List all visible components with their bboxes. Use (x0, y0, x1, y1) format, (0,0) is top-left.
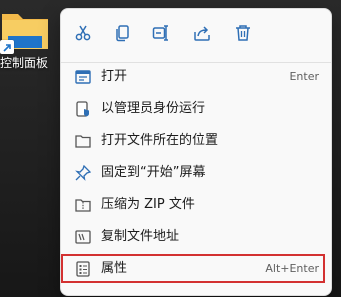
copy-button[interactable] (111, 21, 135, 45)
rename-button[interactable] (149, 21, 173, 45)
menu-item-label: 复制文件地址 (101, 229, 180, 244)
desktop-icon-label: 控制面板 (0, 56, 49, 70)
share-icon (194, 26, 210, 41)
shortcut-arrow-icon (0, 40, 14, 54)
folder-icon (75, 133, 91, 149)
menu-item-label: 固定到“开始”屏幕 (101, 165, 206, 180)
menu-item-label: 压缩为 ZIP 文件 (101, 197, 195, 212)
share-button[interactable] (190, 21, 214, 45)
delete-icon (236, 25, 250, 41)
menu-item-label: 以管理员身份运行 (101, 101, 206, 116)
context-menu-toolbar (61, 9, 331, 55)
open-icon (75, 69, 91, 85)
run-as-admin-icon (75, 101, 91, 117)
properties-highlight-box (61, 254, 325, 283)
desktop-shortcut-control-panel[interactable]: 控制面板 (0, 6, 58, 76)
menu-item-shortcut: Enter (289, 70, 319, 83)
pin-icon (75, 165, 91, 181)
menu-item-run-as-admin[interactable]: 以管理员身份运行 (65, 94, 327, 124)
cut-icon (75, 25, 91, 41)
menu-item-pin-to-start[interactable]: 固定到“开始”屏幕 (65, 158, 327, 188)
menu-item-compress-zip[interactable]: 压缩为 ZIP 文件 (65, 190, 327, 220)
delete-button[interactable] (231, 21, 255, 45)
menu-item-label: 打开 (101, 69, 128, 84)
copy-icon (116, 25, 129, 42)
zip-icon (75, 197, 91, 213)
cut-button[interactable] (71, 21, 95, 45)
menu-item-label: 打开文件所在的位置 (101, 133, 219, 148)
menu-item-open[interactable]: 打开 Enter (65, 62, 327, 92)
menu-item-open-file-location[interactable]: 打开文件所在的位置 (65, 126, 327, 156)
rename-icon (152, 25, 168, 41)
copy-path-icon (75, 229, 91, 245)
menu-item-copy-path[interactable]: 复制文件地址 (65, 222, 327, 252)
context-menu: 打开 Enter 以管理员身份运行 打开文件所在的位置 固定到“开始”屏幕 压缩… (60, 8, 332, 296)
